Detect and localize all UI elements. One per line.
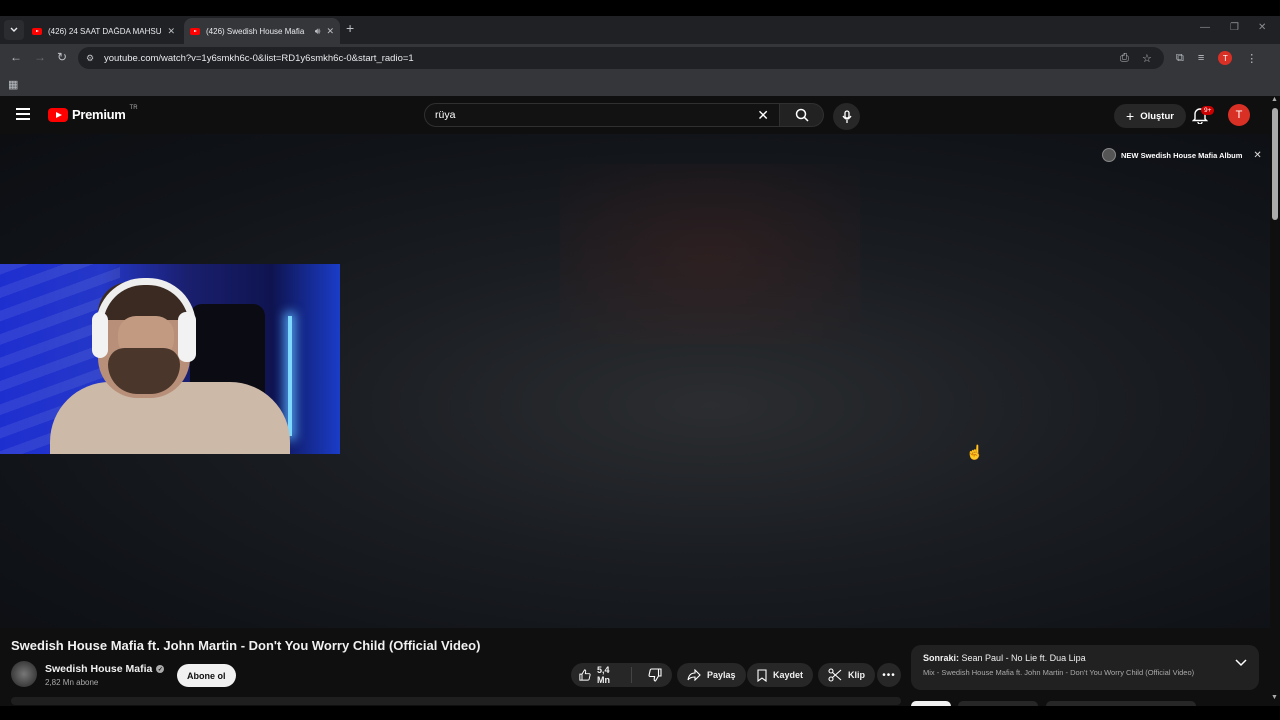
- tab-title: (426) 24 SAAT DAĞDA MAHSUR: [48, 26, 162, 36]
- chevron-down-icon: [10, 27, 18, 32]
- bookmark-icon: [757, 668, 767, 682]
- voice-search-button[interactable]: [833, 103, 860, 130]
- scroll-down-icon[interactable]: ▼: [1271, 694, 1278, 701]
- youtube-premium-logo[interactable]: Premium TR: [48, 104, 138, 122]
- search-input[interactable]: rüya ✕: [424, 103, 780, 127]
- up-next-panel[interactable]: Sonraki: Sean Paul - No Lie ft. Dua Lipa…: [911, 645, 1259, 690]
- new-tab-plus-icon[interactable]: +: [346, 20, 354, 36]
- notification-count-badge: 9+: [1201, 106, 1215, 115]
- account-avatar[interactable]: T: [1228, 104, 1250, 126]
- search-bar: rüya ✕: [424, 103, 824, 127]
- address-bar[interactable]: ⚙ youtube.com/watch?v=1y6smkh6c-0&list=R…: [78, 47, 1164, 69]
- microphone-icon: [841, 109, 852, 123]
- minimize-icon[interactable]: —: [1200, 22, 1210, 33]
- site-info-icon[interactable]: ⚙: [86, 53, 98, 64]
- player-promo-banner[interactable]: NEW Swedish House Mafia Album ✕: [1102, 148, 1262, 162]
- forward-arrow-icon[interactable]: →: [34, 50, 46, 64]
- subscriber-count: 2,82 Mn abone: [45, 678, 99, 687]
- bookmark-star-icon[interactable]: ☆: [1142, 47, 1152, 69]
- subscribe-button[interactable]: Abone ol: [177, 664, 236, 687]
- thumbs-up-icon: [579, 669, 591, 681]
- more-actions-icon[interactable]: •••: [877, 663, 901, 687]
- channel-name-link[interactable]: Swedish House Mafia ✓: [45, 663, 165, 675]
- screen-bottom-border: [0, 706, 1280, 720]
- bookmarks-bar: ▦: [0, 72, 1280, 96]
- hand-cursor-icon: ☝: [966, 444, 984, 460]
- up-next-prefix: Sonraki:: [923, 653, 960, 663]
- youtube-favicon-icon: [190, 27, 200, 35]
- up-next-line: Sonraki: Sean Paul - No Lie ft. Dua Lipa: [923, 653, 1247, 663]
- toolbar-icons: ⧉ ≡ T ⋮: [1176, 48, 1257, 68]
- channel-avatar[interactable]: [11, 661, 37, 687]
- share-button[interactable]: Paylaş: [677, 663, 746, 687]
- screen-top-border: [0, 0, 1280, 16]
- like-button[interactable]: 5,4 Mn: [571, 665, 632, 685]
- browser-tab-1[interactable]: (426) 24 SAAT DAĞDA MAHSUR ✕: [26, 18, 181, 44]
- extensions-puzzle-icon[interactable]: ⧉: [1176, 52, 1184, 65]
- promo-text: NEW Swedish House Mafia Album: [1121, 150, 1243, 160]
- browser-tab-bar: (426) 24 SAAT DAĞDA MAHSUR ✕ (426) Swedi…: [0, 16, 1280, 44]
- back-arrow-icon[interactable]: ←: [10, 50, 22, 64]
- close-tab-icon[interactable]: ✕: [167, 26, 175, 37]
- tab-search-button[interactable]: [4, 20, 24, 40]
- save-button[interactable]: Kaydet: [747, 663, 814, 687]
- share-arrow-icon: [687, 669, 701, 681]
- share-label: Paylaş: [707, 670, 736, 680]
- up-next-title: Sean Paul - No Lie ft. Dua Lipa: [961, 653, 1086, 663]
- hamburger-menu-icon[interactable]: [16, 108, 30, 123]
- create-label: Oluştur: [1140, 110, 1174, 122]
- speaker-icon[interactable]: 🔊︎: [315, 26, 321, 37]
- reload-icon[interactable]: ↻: [57, 50, 67, 64]
- expand-chevron-icon[interactable]: [1235, 659, 1247, 667]
- close-tab-icon[interactable]: ✕: [326, 26, 334, 37]
- browser-toolbar: ← → ↻ ⚙ youtube.com/watch?v=1y6smkh6c-0&…: [0, 44, 1280, 72]
- youtube-favicon-icon: [32, 27, 42, 35]
- logo-text: Premium: [72, 107, 126, 122]
- browser-tab-2[interactable]: (426) Swedish House Mafia 🔊︎ ✕: [184, 18, 340, 44]
- up-next-subtitle: Mix - Swedish House Mafia ft. John Marti…: [923, 668, 1195, 677]
- close-window-icon[interactable]: ✕: [1258, 22, 1266, 33]
- like-count: 5,4 Mn: [597, 665, 610, 685]
- scrollbar-thumb[interactable]: [1272, 108, 1278, 220]
- install-app-icon[interactable]: ⎙: [1120, 47, 1129, 69]
- thumbs-down-icon: [648, 668, 662, 682]
- verified-badge-icon: ✓: [156, 665, 165, 673]
- channel-thumbnail-icon: [1102, 148, 1116, 162]
- scroll-up-icon[interactable]: ▲: [1271, 96, 1278, 103]
- save-label: Kaydet: [773, 670, 804, 680]
- video-title: Swedish House Mafia ft. John Martin - Do…: [11, 638, 481, 653]
- media-control-icon[interactable]: ≡: [1198, 52, 1204, 64]
- search-button[interactable]: [780, 103, 824, 127]
- logo-region: TR: [129, 104, 138, 111]
- clip-label: Klip: [848, 670, 865, 680]
- clear-search-icon[interactable]: ✕: [757, 107, 769, 124]
- restore-icon[interactable]: ❐: [1230, 22, 1239, 33]
- player-background-glow: [560, 164, 860, 344]
- apps-grid-icon[interactable]: ▦: [8, 78, 18, 91]
- kebab-menu-icon[interactable]: ⋮: [1246, 52, 1257, 65]
- scissors-icon: [828, 668, 842, 682]
- search-value: rüya: [435, 109, 456, 121]
- channel-name: Swedish House Mafia: [45, 663, 153, 675]
- close-promo-icon[interactable]: ✕: [1253, 150, 1261, 161]
- webcam-overlay: [0, 264, 340, 454]
- tab-title: (426) Swedish House Mafia: [206, 26, 305, 36]
- create-button[interactable]: + Oluştur: [1114, 104, 1186, 128]
- search-icon: [795, 108, 809, 122]
- youtube-header: Premium TR rüya ✕ + Oluştur: [0, 96, 1270, 134]
- dislike-button[interactable]: [638, 668, 672, 682]
- url-text: youtube.com/watch?v=1y6smkh6c-0&list=RD1…: [104, 52, 414, 64]
- description-box-edge: [11, 697, 901, 705]
- profile-avatar[interactable]: T: [1218, 51, 1233, 65]
- like-dislike-group: 5,4 Mn: [571, 663, 672, 687]
- page-scrollbar[interactable]: ▲ ▼: [1270, 96, 1280, 706]
- plus-icon: +: [1126, 108, 1135, 124]
- youtube-play-icon: [48, 107, 68, 122]
- clip-button[interactable]: Klip: [818, 663, 875, 687]
